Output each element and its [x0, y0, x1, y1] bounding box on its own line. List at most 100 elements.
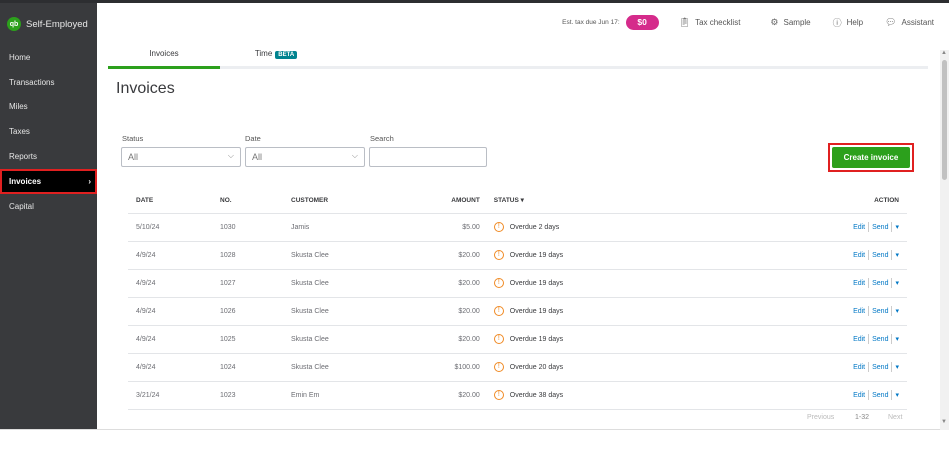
sidebar-item-label: Invoices: [9, 176, 42, 186]
more-actions-dropdown-icon[interactable]: ▾: [895, 392, 899, 399]
status-filter-select[interactable]: All ⌵: [121, 147, 241, 167]
more-actions-dropdown-icon[interactable]: ▾: [895, 364, 899, 371]
cell-amount: $20.00: [391, 269, 480, 298]
scroll-down-icon[interactable]: ▼: [941, 419, 947, 425]
cell-status: ! Overdue 19 days: [479, 241, 740, 270]
cell-customer: Skusta Clee: [291, 269, 391, 298]
more-actions-dropdown-icon[interactable]: ▾: [895, 280, 899, 287]
sidebar-item-invoices[interactable]: Invoices ›: [0, 168, 97, 194]
brand-name: Self-Employed: [26, 18, 88, 30]
tab-invoices[interactable]: Invoices: [108, 43, 220, 69]
sidebar-item-reports[interactable]: Reports: [0, 144, 97, 169]
table-row[interactable]: 3/21/24 1023 Emin Em $20.00! Overdue 38 days…: [128, 381, 907, 410]
warning-icon: !: [493, 222, 504, 232]
warning-icon: !: [493, 390, 504, 400]
edit-link[interactable]: Edit: [853, 392, 865, 399]
warning-icon: !: [493, 250, 504, 260]
page-title: Invoices: [116, 80, 175, 97]
edit-link[interactable]: Edit: [853, 252, 865, 259]
status-text: Overdue 38 days: [509, 391, 564, 399]
quickbooks-logo-icon: qb: [7, 17, 21, 31]
table-row[interactable]: 4/9/24 1027 Skusta Clee $20.00! Overdue 19 d…: [128, 269, 907, 298]
assistant-link[interactable]: 💬︎ Assistant: [885, 17, 934, 28]
edit-link[interactable]: Edit: [853, 308, 865, 315]
date-filter-select[interactable]: All ⌵: [245, 147, 365, 167]
cell-date: 4/9/24: [128, 269, 220, 298]
col-action: ACTION: [739, 188, 907, 214]
sidebar-item-label: Taxes: [9, 127, 30, 137]
send-link[interactable]: Send: [872, 224, 888, 231]
sidebar-item-home[interactable]: Home: [0, 45, 97, 70]
edit-link[interactable]: Edit: [853, 336, 865, 343]
warning-icon: !: [493, 362, 504, 372]
next-page-button[interactable]: Next: [888, 414, 902, 421]
sidebar-item-taxes[interactable]: Taxes: [0, 119, 97, 144]
cell-amount: $20.00: [391, 381, 480, 410]
chevron-down-icon: ⌵: [351, 151, 358, 160]
previous-page-button[interactable]: Previous: [807, 414, 834, 421]
tabs: Invoices Time BETA: [108, 43, 928, 69]
send-link[interactable]: Send: [872, 252, 888, 259]
beta-badge: BETA: [275, 51, 298, 59]
sidebar-item-label: Reports: [9, 152, 38, 162]
edit-link[interactable]: Edit: [853, 224, 865, 231]
col-date: DATE: [128, 188, 220, 214]
sidebar-item-transactions[interactable]: Transactions: [0, 70, 97, 95]
sidebar-item-capital[interactable]: Capital: [0, 194, 97, 219]
est-tax-label: Est. tax due Jun 17:: [562, 18, 620, 26]
cell-status: ! Overdue 2 days: [479, 213, 740, 242]
scrollbar[interactable]: ▲ ▼: [940, 50, 949, 430]
create-invoice-button[interactable]: Create invoice: [828, 143, 914, 172]
table-row[interactable]: 5/10/24 1030 Jamis $5.00! Overdue 2 days Edit…: [128, 213, 907, 242]
cell-action: Edit Send ▾: [739, 381, 907, 410]
est-tax-value-button[interactable]: $0: [625, 14, 659, 30]
status-text: Overdue 20 days: [509, 363, 564, 371]
warning-icon: !: [493, 334, 504, 344]
tax-checklist-link[interactable]: 📋︎ Tax checklist: [679, 17, 741, 28]
more-actions-dropdown-icon[interactable]: ▾: [895, 336, 899, 343]
table-row[interactable]: 4/9/24 1025 Skusta Clee $20.00! Overdue 19 d…: [128, 325, 907, 354]
cell-status: ! Overdue 19 days: [479, 325, 740, 354]
sidebar-item-miles[interactable]: Miles: [0, 95, 97, 120]
sample-link[interactable]: ⚙ Sample: [770, 17, 810, 28]
chevron-right-icon: ›: [88, 176, 91, 186]
help-link[interactable]: ⓘ Help: [833, 16, 863, 29]
cell-customer: Emin Em: [291, 381, 391, 410]
cell-amount: $20.00: [391, 297, 480, 326]
assistant-label: Assistant: [901, 17, 934, 27]
cell-status: ! Overdue 20 days: [479, 353, 740, 382]
cell-action: Edit Send ▾: [739, 297, 907, 326]
gear-icon: ⚙: [770, 16, 779, 27]
edit-link[interactable]: Edit: [853, 280, 865, 287]
scrollbar-thumb[interactable]: [942, 60, 947, 180]
scroll-up-icon[interactable]: ▲: [941, 50, 947, 56]
table-row[interactable]: 4/9/24 1024 Skusta Clee $100.00! Overdue 20 …: [128, 353, 907, 382]
cell-status: ! Overdue 38 days: [479, 381, 740, 410]
cell-date: 4/9/24: [128, 353, 220, 382]
cell-status: ! Overdue 19 days: [479, 297, 740, 326]
warning-icon: !: [493, 306, 504, 316]
cell-no: 1028: [220, 241, 291, 270]
separator: [868, 250, 870, 260]
send-link[interactable]: Send: [872, 280, 888, 287]
col-status[interactable]: STATUS ▾: [479, 188, 740, 214]
edit-link[interactable]: Edit: [853, 364, 865, 371]
more-actions-dropdown-icon[interactable]: ▾: [895, 224, 899, 231]
status-text: Overdue 19 days: [509, 307, 564, 315]
brand[interactable]: qb Self-Employed: [0, 3, 97, 45]
separator: [868, 390, 870, 400]
tab-time[interactable]: Time BETA: [220, 43, 332, 66]
cell-amount: $5.00: [391, 213, 480, 242]
more-actions-dropdown-icon[interactable]: ▾: [895, 308, 899, 315]
table-row[interactable]: 4/9/24 1026 Skusta Clee $20.00! Overdue 19 d…: [128, 297, 907, 326]
help-label: Help: [846, 17, 864, 27]
send-link[interactable]: Send: [872, 308, 888, 315]
send-link[interactable]: Send: [872, 392, 888, 399]
cell-customer: Skusta Clee: [291, 325, 391, 354]
search-input[interactable]: [369, 147, 487, 167]
table-row[interactable]: 4/9/24 1028 Skusta Clee $20.00! Overdue 19 d…: [128, 241, 907, 270]
more-actions-dropdown-icon[interactable]: ▾: [895, 252, 899, 259]
tax-checklist-label: Tax checklist: [695, 17, 741, 27]
send-link[interactable]: Send: [872, 364, 888, 371]
send-link[interactable]: Send: [872, 336, 888, 343]
